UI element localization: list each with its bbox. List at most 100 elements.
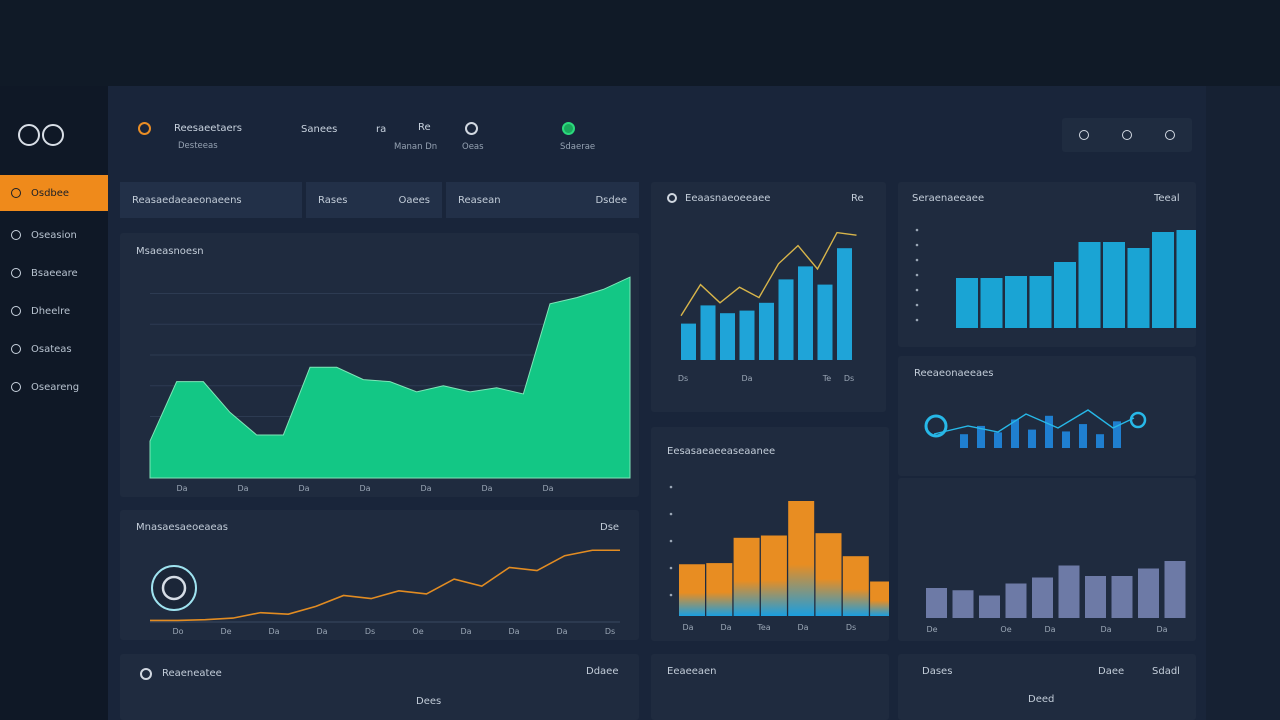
status-ring-icon (138, 122, 151, 135)
sidebar-item-label: Oseareng (31, 381, 80, 393)
header-ring-icon[interactable] (465, 122, 478, 135)
bar (679, 564, 705, 616)
area-chart-panel: Msaeasnoesn Da Da Da Da Da Da Da (120, 233, 639, 497)
right-bar-chart-panel: Seraenaeeaee Teeal (898, 182, 1196, 347)
bar (706, 563, 733, 616)
sidebar-item-1[interactable]: Osdbee (0, 175, 108, 211)
spark-end-icon (1129, 411, 1147, 429)
bottom-middle-panel: Eeaeeaen (651, 654, 889, 720)
right-bar-chart (915, 228, 1196, 328)
nav-circle-icon (11, 344, 21, 354)
mini-bar-chart-panel: Eeaasnaeoeeaee Re Ds Da Te Ds (651, 182, 886, 412)
gradient-bar-chart-panel: Eesasaeaeeaseaanee Da Da Tea Da Ds (651, 427, 889, 641)
spark-bar (1079, 424, 1087, 448)
x-tick-label: Ds (846, 623, 856, 632)
sidebar-item-4[interactable]: Dheelre (0, 293, 108, 329)
tab-group: Rases Oaees (306, 182, 442, 218)
settings-icon[interactable] (1165, 130, 1176, 140)
area-chart: Da Da Da Da Da Da Da (149, 276, 631, 493)
x-tick-label: Te (822, 374, 832, 383)
x-tick-label: Da (298, 484, 309, 493)
y-tick-mark (915, 273, 919, 277)
tab-3[interactable]: Reasean (458, 195, 501, 206)
header-item-2[interactable]: Sanees (301, 124, 337, 135)
spark-bar (994, 432, 1002, 448)
bottom-right-panel: Dases Daee Sdadl Deed (898, 654, 1196, 720)
y-tick-mark (669, 512, 673, 516)
bottom-right-action[interactable]: Sdadl (1152, 666, 1180, 677)
x-tick-label: Ds (844, 374, 854, 383)
bar (815, 533, 842, 616)
right-band (1206, 86, 1280, 720)
main-content: Reesaeetaers Desteeas Sanees ra Re Manan… (108, 86, 1206, 720)
sidebar-item-label: Bsaeeare (31, 267, 78, 279)
search-field[interactable]: Reasaedaeaeonaeens (120, 182, 302, 218)
bar (1058, 565, 1080, 618)
x-tick-label: Da (268, 627, 279, 636)
header-actions (1062, 118, 1192, 152)
bottom-right-extra: Daee (1098, 666, 1125, 677)
y-tick-mark (669, 539, 673, 543)
header-item-3-sub: Manan Dn (394, 142, 438, 152)
tab-2[interactable]: Oaees (398, 195, 430, 206)
bar (700, 305, 716, 360)
header-subtitle: Desteeas (178, 141, 218, 151)
header-bar: Reesaeetaers Desteeas Sanees ra Re Manan… (108, 110, 1206, 160)
spark-bar (1011, 419, 1019, 448)
bar (842, 556, 869, 616)
bar (681, 323, 696, 360)
sidebar-item-label: Dheelre (31, 305, 71, 317)
bar (817, 284, 833, 360)
bar (778, 279, 794, 360)
x-tick-label: Oe (412, 627, 423, 636)
spark-bar (1028, 429, 1036, 448)
x-tick-label: Tea (756, 623, 770, 632)
bar (979, 595, 1000, 618)
bar (980, 278, 1003, 328)
line-chart: Do De Da Da Ds Oe Da Da Da Ds (150, 549, 620, 636)
bar (720, 313, 735, 360)
y-tick-mark (669, 485, 673, 489)
sparkline-panel: Reeaeonaeeaes (898, 356, 1196, 476)
top-band (0, 0, 1280, 86)
x-tick-label: Ds (605, 627, 615, 636)
bar (1005, 583, 1027, 618)
y-tick-mark (915, 258, 919, 262)
x-tick-label: Da (508, 627, 519, 636)
user-icon[interactable] (1121, 130, 1132, 140)
nav-circle-icon (11, 230, 21, 240)
bottom-left-action[interactable]: Ddaee (586, 666, 618, 677)
logo[interactable] (18, 124, 68, 146)
bar (798, 266, 813, 360)
y-tick-mark (915, 228, 919, 232)
bar (788, 501, 815, 616)
x-tick-label: Ds (365, 627, 375, 636)
spark-bar (1045, 415, 1053, 448)
x-tick-label: Da (316, 627, 327, 636)
y-tick-mark (915, 288, 919, 292)
sidebar-item-6[interactable]: Oseareng (0, 369, 108, 405)
bar (837, 248, 852, 360)
status-online-icon (562, 122, 575, 135)
bar (956, 278, 978, 328)
sidebar-item-3[interactable]: Bsaeeare (0, 255, 108, 291)
x-tick-label: De (220, 627, 231, 636)
sidebar-item-5[interactable]: Osateas (0, 331, 108, 367)
nav-circle-icon (11, 268, 21, 278)
notification-icon[interactable] (1078, 130, 1089, 140)
x-tick-label: Da (1156, 625, 1167, 634)
bottom-left-panel: Reaeneatee Ddaee Dees (120, 654, 639, 720)
bar (739, 310, 755, 360)
sidebar-item-label: Oseasion (31, 229, 77, 241)
x-tick-label: Da (741, 374, 752, 383)
x-tick-label: Da (359, 484, 370, 493)
sidebar-item-2[interactable]: Oseasion (0, 217, 108, 253)
tab-group-2: Reasean Dsdee (446, 182, 639, 218)
y-tick-mark (669, 566, 673, 570)
tab-4[interactable]: Dsdee (595, 195, 627, 206)
sidebar-item-label: Osdbee (31, 187, 70, 199)
tab-1[interactable]: Rases (318, 195, 347, 206)
bar (1005, 276, 1027, 328)
bar (1152, 232, 1174, 328)
sidebar-item-label: Osateas (31, 343, 72, 355)
